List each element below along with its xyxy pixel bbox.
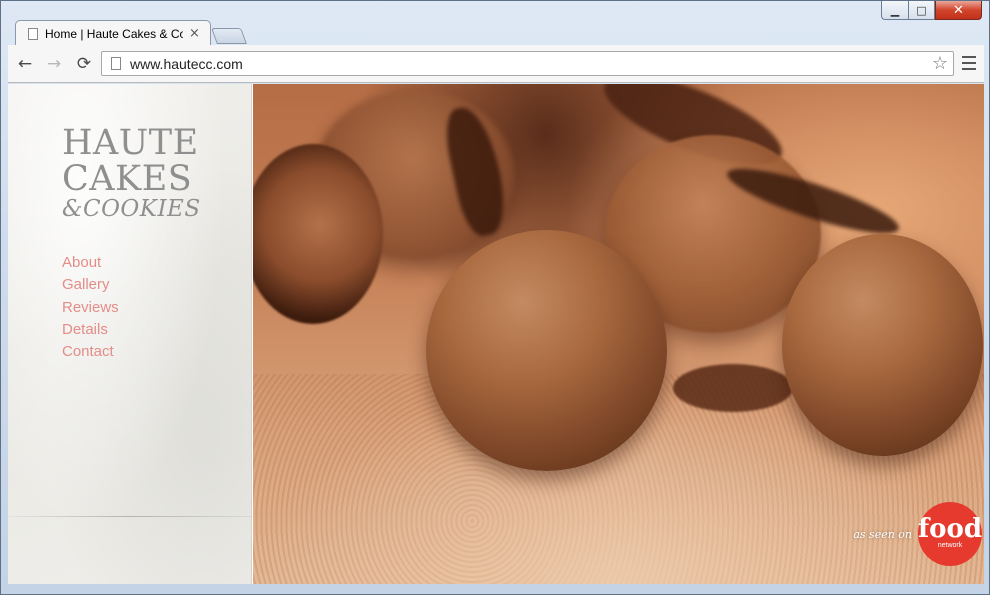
window-controls: ▁ □ ✕ [881, 1, 982, 21]
close-window-button[interactable]: ✕ [935, 1, 982, 20]
reload-button[interactable]: ⟳ [74, 54, 94, 74]
tab-close-icon[interactable]: × [189, 27, 200, 40]
paper-crease [8, 516, 252, 517]
nav-link-details[interactable]: Details [62, 319, 119, 341]
browser-tab-active[interactable]: Home | Haute Cakes & Co × [15, 20, 211, 46]
nav-link-reviews[interactable]: Reviews [62, 297, 119, 319]
forward-button[interactable]: → [44, 54, 64, 74]
maximize-icon: □ [916, 3, 927, 17]
logo-line-1: HAUTE [62, 123, 199, 163]
nav-link-contact[interactable]: Contact [62, 341, 119, 363]
url-text[interactable]: www.hautecc.com [130, 56, 932, 72]
truffle-main [426, 230, 667, 471]
truffle-right [782, 234, 983, 456]
page-icon [28, 27, 38, 40]
chocolate-shell [253, 144, 383, 324]
menu-bar [962, 56, 976, 58]
maximize-button[interactable]: □ [908, 1, 935, 20]
page-viewport: HAUTE CAKES &COOKIES About Gallery Revie… [8, 84, 984, 584]
nav-link-gallery[interactable]: Gallery [62, 274, 119, 296]
tab-title: Home | Haute Cakes & Co [45, 26, 183, 41]
bookmark-star-icon[interactable]: ☆ [932, 54, 948, 73]
minimize-button[interactable]: ▁ [881, 1, 908, 20]
close-icon: ✕ [953, 2, 964, 18]
new-tab-button[interactable] [211, 28, 247, 44]
hero-image: as seen on food network [253, 84, 984, 584]
food-network-logo: food network [918, 502, 982, 566]
food-network-badge[interactable]: as seen on food network [853, 502, 984, 566]
food-network-logo-word: food [917, 513, 983, 544]
page-icon [111, 57, 121, 70]
as-seen-on-text: as seen on [853, 527, 912, 541]
logo-line-2: CAKES [62, 159, 193, 199]
minimize-icon: ▁ [890, 3, 900, 17]
chocolate-shard [673, 364, 793, 412]
food-network-logo-sub: network [937, 541, 963, 549]
menu-bar [962, 62, 976, 64]
site-logo[interactable]: HAUTE CAKES &COOKIES [62, 126, 212, 221]
back-button[interactable]: ← [15, 54, 35, 74]
browser-window: ▁ □ ✕ Home | Haute Cakes & Co × ← → ⟳ ww… [0, 0, 990, 595]
site-nav: About Gallery Reviews Details Contact [62, 252, 119, 363]
menu-bar [962, 68, 976, 70]
logo-line-3: &COOKIES [62, 196, 201, 222]
nav-link-about[interactable]: About [62, 252, 119, 274]
browser-menu-button[interactable] [962, 56, 976, 70]
site-sidebar: HAUTE CAKES &COOKIES About Gallery Revie… [8, 84, 252, 584]
address-bar[interactable]: www.hautecc.com ☆ [101, 51, 954, 76]
browser-toolbar: ← → ⟳ www.hautecc.com ☆ [8, 45, 984, 83]
